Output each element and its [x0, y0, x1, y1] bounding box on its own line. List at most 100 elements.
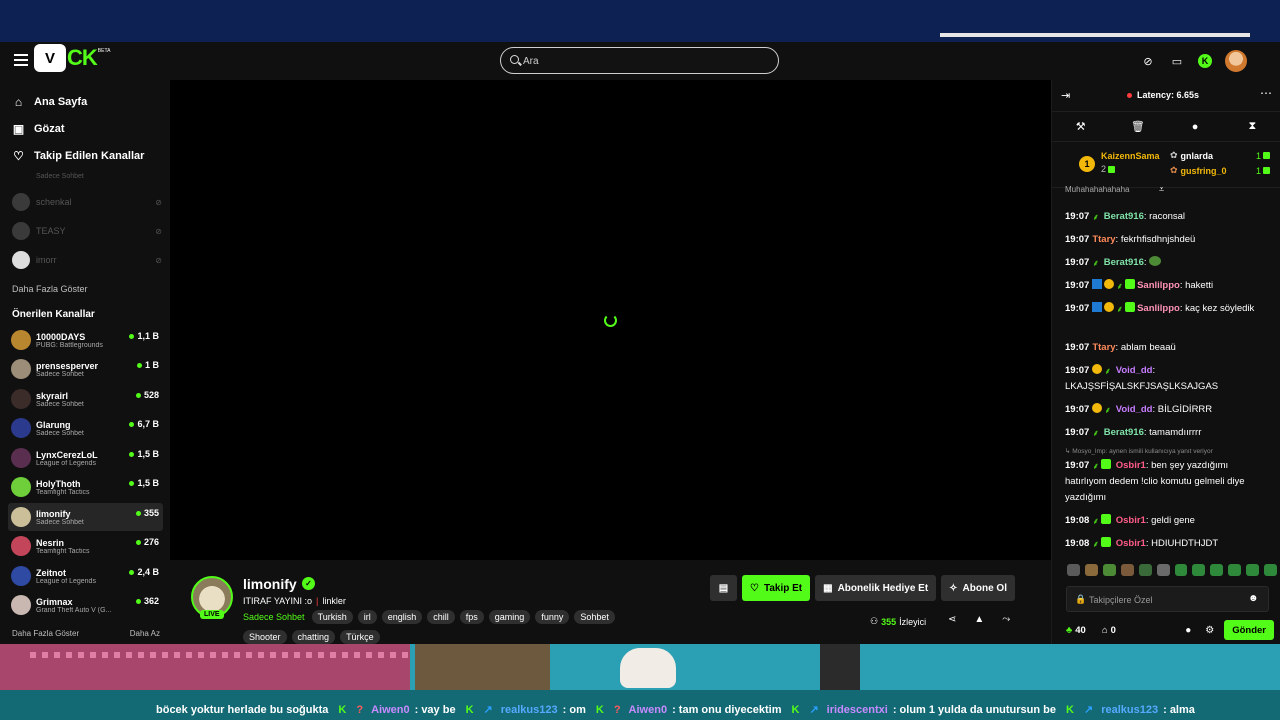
hide-icon[interactable]: ⤳	[1002, 614, 1010, 625]
sub-badge-icon	[1125, 279, 1136, 289]
recommended-channel[interactable]: Glarung Sadece Sohbet 6,7 B	[8, 414, 163, 442]
message-user[interactable]: Osbir1	[1116, 460, 1146, 471]
recommended-channel[interactable]: Grimnax Grand Theft Auto V (G... 362	[8, 591, 163, 619]
channel-name[interactable]: limonify	[243, 576, 297, 592]
tag[interactable]: chill	[427, 610, 455, 624]
gear-icon[interactable]: ⚙	[1205, 625, 1214, 636]
hammer-icon[interactable]: ⚒	[1073, 120, 1089, 133]
message-user[interactable]: Osbir1	[1116, 515, 1146, 526]
chat-input-box[interactable]: 🔒 ☻	[1066, 586, 1269, 612]
recommended-channel-active[interactable]: limonify Sadece Sohbet 355	[8, 503, 163, 531]
emote-icon[interactable]	[1246, 564, 1260, 576]
message-user[interactable]: Osbir1	[1116, 538, 1146, 549]
message-user[interactable]: Ttary	[1092, 342, 1115, 353]
subscribe-button[interactable]: ✧ Abone Ol	[941, 575, 1015, 601]
emote-icon[interactable]	[1174, 564, 1188, 576]
emote-icon[interactable]	[1102, 564, 1116, 576]
recommended-channel[interactable]: Zeitnot League of Legends 2,4 B	[8, 562, 163, 590]
tag[interactable]: fps	[459, 610, 484, 624]
more-options-icon[interactable]: ⋯	[1260, 86, 1272, 100]
chat-message-partial: Muhahahahahaha	[1065, 186, 1130, 194]
theater-mode-icon[interactable]: ▭	[1169, 53, 1185, 69]
show-more-followed[interactable]: Daha Fazla Göster	[12, 284, 88, 294]
message-user[interactable]: Ttary	[1092, 234, 1115, 245]
emote-picker-icon[interactable]: ☻	[1248, 593, 1259, 604]
send-button[interactable]: Gönder	[1224, 620, 1274, 640]
show-more-recommended[interactable]: Daha Fazla Göster	[12, 629, 79, 638]
gifter-name[interactable]: gusfring_0	[1181, 166, 1227, 176]
followed-channel[interactable]: TEASY ⊘	[12, 222, 162, 240]
tag[interactable]: gaming	[488, 610, 531, 624]
reply-note[interactable]: ↳ Mosyo_lmp: aynen ismili kullanıcıya ya…	[1065, 447, 1275, 455]
user-avatar[interactable]	[1225, 50, 1247, 72]
chat-items[interactable]: ⌂ 0	[1102, 625, 1116, 636]
hourglass-icon[interactable]: ⧗	[1244, 120, 1260, 133]
recommended-channel[interactable]: skyrairl Sadece Sohbet 528	[8, 385, 163, 413]
message-user[interactable]: Berat916	[1104, 257, 1144, 268]
tag[interactable]: Türkçe	[340, 630, 380, 644]
tag[interactable]: funny	[535, 610, 570, 624]
followed-channel[interactable]: schenkal ⊘	[12, 193, 162, 211]
menu-icon[interactable]	[14, 54, 28, 66]
followed-channel-partial[interactable]: Sadece Sohbet	[12, 173, 162, 180]
category-link[interactable]: Sadece Sohbet	[243, 612, 305, 622]
search-box[interactable]	[500, 47, 779, 74]
gifter-name[interactable]: gnlarda	[1181, 151, 1214, 161]
viewer-count-value: 2,4 B	[137, 567, 159, 577]
stream-title-link[interactable]: linkler	[322, 596, 346, 606]
recommended-channel[interactable]: prensesperver Sadece Sohbet 1 B	[8, 355, 163, 383]
emote-icon[interactable]	[1192, 564, 1206, 576]
emote-icon[interactable]	[1084, 564, 1098, 576]
message-user[interactable]: Void_dd	[1116, 404, 1153, 415]
message-user[interactable]: Void_dd	[1116, 365, 1153, 376]
emote-icon[interactable]	[1138, 564, 1152, 576]
recommended-channel[interactable]: Nesrin Teamfight Tactics 276	[8, 532, 163, 560]
report-icon[interactable]: ▲	[974, 614, 984, 625]
emote-icon[interactable]	[1156, 564, 1170, 576]
tag[interactable]: english	[381, 610, 423, 624]
tag[interactable]: chatting	[291, 630, 336, 644]
kick-points-icon[interactable]: K	[1198, 54, 1212, 68]
chat-settings-bubble-icon[interactable]: ●	[1185, 625, 1191, 636]
emote-icon[interactable]	[1067, 564, 1080, 576]
recommended-channel[interactable]: HolyThoth Teamfight Tactics 1,5 B	[8, 473, 163, 501]
video-player[interactable]	[170, 80, 1051, 560]
show-less-recommended[interactable]: Daha Az	[130, 629, 160, 638]
collapse-chat-icon[interactable]: ⇥	[1061, 89, 1070, 102]
share-icon[interactable]: ⋖	[948, 614, 956, 625]
ticker-text: om	[569, 703, 586, 716]
tag[interactable]: Sohbet	[574, 610, 615, 624]
message-user[interactable]: Berat916	[1104, 211, 1144, 222]
search-input[interactable]	[523, 52, 763, 70]
nav-home[interactable]: ⌂ Ana Sayfa	[12, 95, 87, 109]
message-user[interactable]: Sanlilppo	[1137, 303, 1180, 314]
emote-icon[interactable]	[1228, 564, 1242, 576]
gift-sub-button[interactable]: ▦ Abonelik Hediye Et	[815, 575, 937, 601]
followed-channel[interactable]: imorr ⊘	[12, 251, 162, 269]
scene-block-brown	[415, 644, 550, 694]
clips-button[interactable]: ▤	[710, 575, 737, 601]
site-logo[interactable]: V CK BETA	[34, 42, 110, 74]
emote-icon[interactable]	[1210, 564, 1224, 576]
message-user[interactable]: Sanlilppo	[1137, 280, 1180, 291]
emote-icon[interactable]	[1120, 564, 1134, 576]
trash-icon[interactable]: 🗑	[1130, 120, 1146, 133]
nav-following-label: Takip Edilen Kanallar	[34, 149, 145, 162]
follow-button[interactable]: ♡ Takip Et	[742, 575, 811, 601]
chat-input[interactable]	[1089, 592, 1239, 608]
tag[interactable]: Turkish	[311, 610, 353, 624]
chat-bubble-icon[interactable]: ●	[1187, 121, 1203, 133]
channel-points[interactable]: ♣ 40	[1066, 625, 1086, 636]
message-user[interactable]: Berat916	[1104, 427, 1144, 438]
top-gifter-name[interactable]: KaizennSama	[1101, 151, 1160, 161]
browse-icon: ▣	[12, 121, 25, 136]
nav-following[interactable]: ♡ Takip Edilen Kanallar	[12, 149, 145, 163]
tag[interactable]: Shooter	[243, 630, 287, 644]
tag[interactable]: irl	[357, 610, 377, 624]
nav-browse[interactable]: ▣ Gözat	[12, 121, 65, 136]
channel-avatar	[11, 359, 31, 379]
recommended-channel[interactable]: 10000DAYS PUBG: Battlegrounds 1,1 B	[8, 326, 163, 354]
recommended-channel[interactable]: LynxCerezLoL League of Legends 1,5 B	[8, 444, 163, 472]
clip-icon[interactable]: ⊘	[1140, 53, 1156, 69]
emote-icon[interactable]	[1264, 564, 1278, 576]
